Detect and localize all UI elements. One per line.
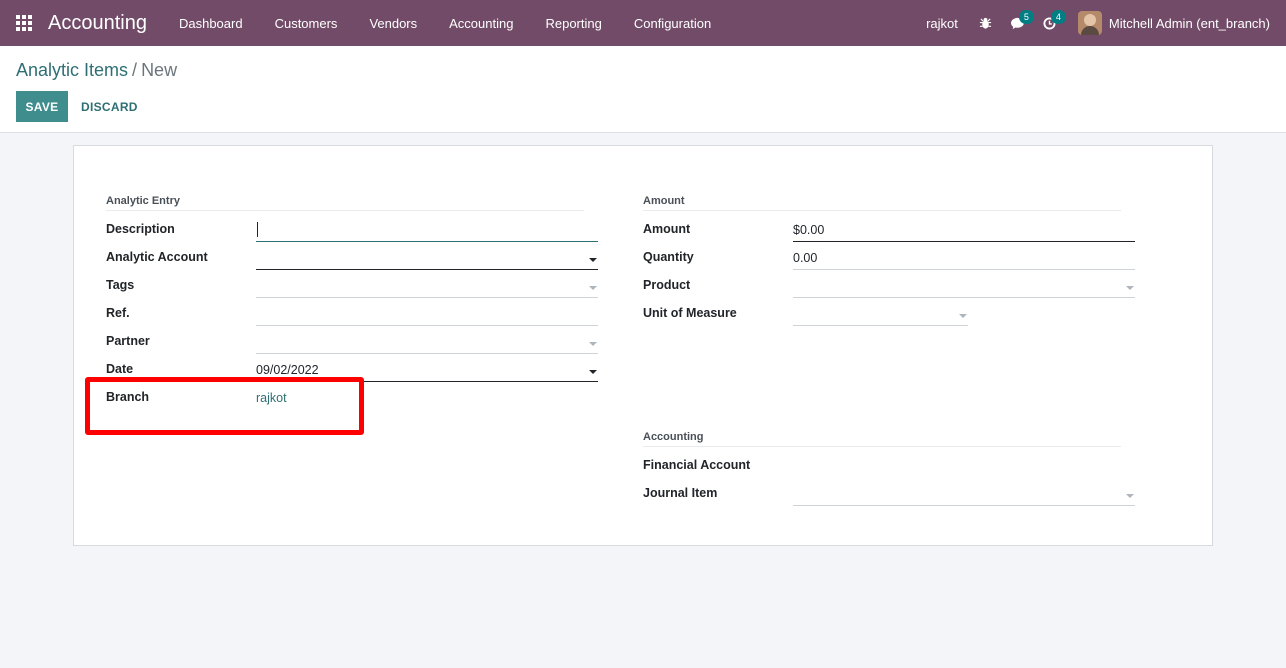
label-journal-item: Journal Item — [643, 486, 718, 500]
quantity-input[interactable]: 0.00 — [793, 248, 1135, 270]
label-description: Description — [106, 222, 175, 236]
user-menu[interactable]: Mitchell Admin (ent_branch) — [1066, 11, 1286, 35]
activities-badge: 4 — [1050, 10, 1066, 24]
navbar-right: rajkot 5 4 Mitchell Admin (ent_branch) — [914, 0, 1286, 46]
messages-badge: 5 — [1018, 10, 1034, 24]
save-button[interactable]: SAVE — [16, 91, 68, 122]
label-date: Date — [106, 362, 134, 376]
label-ref: Ref. — [106, 306, 130, 320]
text-cursor — [257, 222, 258, 237]
app-title[interactable]: Accounting — [48, 12, 147, 35]
label-financial-account: Financial Account — [643, 458, 751, 472]
label-amount: Amount — [643, 222, 691, 236]
chevron-down-icon[interactable] — [589, 342, 597, 346]
messages-icon[interactable]: 5 — [1002, 0, 1034, 46]
ref-input[interactable] — [256, 304, 598, 326]
label-unit-of-measure: Unit of Measure — [643, 306, 737, 320]
menu-vendors[interactable]: Vendors — [353, 0, 433, 46]
description-input[interactable] — [256, 220, 598, 242]
uom-select[interactable] — [793, 304, 968, 326]
breadcrumb-separator: / — [132, 60, 138, 80]
breadcrumb-current: New — [141, 60, 178, 80]
menu-dashboard[interactable]: Dashboard — [163, 0, 259, 46]
top-navbar: Accounting Dashboard Customers Vendors A… — [0, 0, 1286, 46]
chevron-down-icon[interactable] — [1126, 494, 1134, 498]
breadcrumb: Analytic Items / New — [16, 60, 177, 81]
control-panel: Analytic Items / New SAVE DISCARD — [0, 46, 1286, 133]
amount-input[interactable]: $0.00 — [793, 220, 1135, 242]
tags-input[interactable] — [256, 276, 598, 298]
company-switcher[interactable]: rajkot — [914, 16, 970, 31]
chevron-down-icon[interactable] — [589, 370, 597, 374]
group-title-accounting: Accounting — [643, 431, 1121, 447]
menu-configuration[interactable]: Configuration — [618, 0, 727, 46]
group-title-amount: Amount — [643, 195, 1121, 211]
apps-menu-icon[interactable] — [0, 0, 48, 46]
label-quantity: Quantity — [643, 250, 694, 264]
menu-reporting[interactable]: Reporting — [529, 0, 617, 46]
user-name: Mitchell Admin (ent_branch) — [1108, 15, 1270, 31]
label-product: Product — [643, 278, 691, 292]
journal-item-select[interactable] — [793, 484, 1135, 506]
breadcrumb-parent[interactable]: Analytic Items — [16, 60, 128, 80]
label-tags: Tags — [106, 278, 135, 292]
label-analytic-account: Analytic Account — [106, 250, 208, 264]
chevron-down-icon[interactable] — [959, 314, 967, 318]
activities-icon[interactable]: 4 — [1034, 0, 1066, 46]
label-partner: Partner — [106, 334, 150, 348]
annotation-highlight-box — [85, 377, 364, 435]
chevron-down-icon[interactable] — [589, 286, 597, 290]
chevron-down-icon[interactable] — [589, 258, 597, 262]
group-title-analytic-entry: Analytic Entry — [106, 195, 584, 211]
discard-button[interactable]: DISCARD — [74, 91, 145, 122]
menu-accounting[interactable]: Accounting — [433, 0, 529, 46]
partner-select[interactable] — [256, 332, 598, 354]
debug-icon[interactable] — [970, 0, 1002, 46]
product-select[interactable] — [793, 276, 1135, 298]
avatar — [1077, 11, 1102, 35]
analytic-account-select[interactable] — [256, 248, 598, 270]
chevron-down-icon[interactable] — [1126, 286, 1134, 290]
menu-customers[interactable]: Customers — [259, 0, 354, 46]
